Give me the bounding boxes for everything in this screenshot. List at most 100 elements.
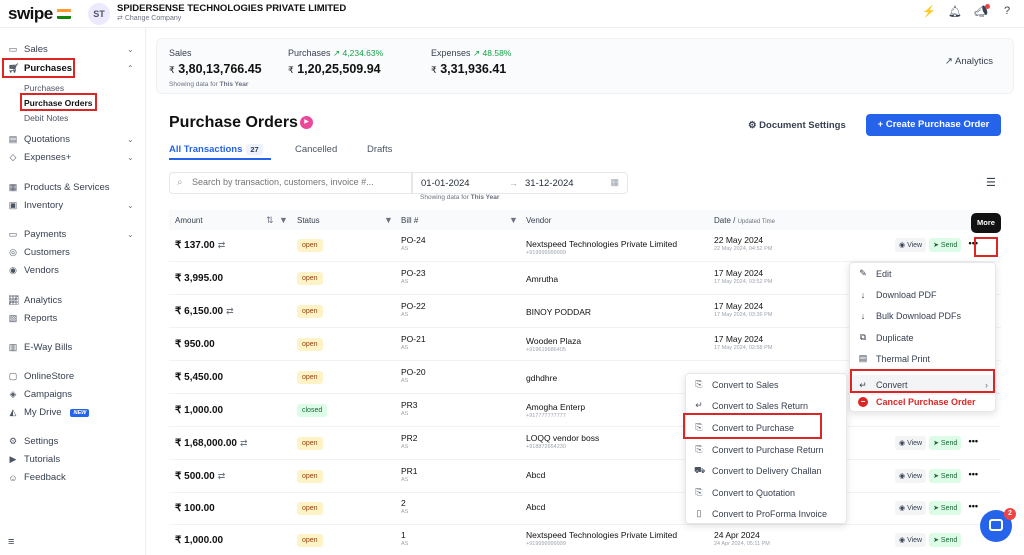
bolt-icon[interactable]: ⚡ [922,5,936,18]
date-range-picker[interactable]: 01-01-2024 → 31-12-2024 ▦ [412,172,628,194]
sidebar-item-customers[interactable]: ◎ Customers [8,247,70,258]
menu-item-convert-to-delivery-challan[interactable]: ⛟ Convert to Delivery Challan [694,465,822,477]
menu-item-edit[interactable]: ✎ Edit [858,268,891,279]
sidebar-item-onlinestore[interactable]: ▢ OnlineStore [8,371,74,382]
menu-item-convert-to-proforma[interactable]: ▯ Convert to ProForma Invoice [694,508,828,519]
bell-icon[interactable]: 🔔︎ [948,5,962,18]
menu-item-convert-to-purchase-return[interactable]: ⎘ Convert to Purchase Return [694,444,823,455]
change-company-link[interactable]: ⇄ Change Company [117,14,181,22]
send-button[interactable]: ➤ Send [929,469,962,483]
sidebar-item-analytics[interactable]: 📈︎ Analytics [8,295,62,306]
more-button[interactable]: ••• [964,436,982,450]
edit-icon: ✎ [859,268,867,278]
sidebar-item-feedback[interactable]: ☺ Feedback [8,472,66,483]
menu-item-thermal-print[interactable]: ▤ Thermal Print [858,353,930,364]
sidebar-subitem-debit-notes[interactable]: Debit Notes [24,113,68,123]
megaphone-icon[interactable]: 📣︎ [974,4,990,18]
date-from[interactable]: 01-01-2024 [421,178,470,189]
purchases-growth-value: 4,234.63% [342,48,384,58]
help-icon[interactable]: ? [1000,5,1014,18]
chat-widget-button[interactable]: 2 [980,508,1016,542]
more-button[interactable]: ••• [964,501,982,515]
chevron-down-icon[interactable]: ⌄ [127,45,134,54]
sidebar-item-products[interactable]: ▦ Products & Services [8,182,110,193]
view-button[interactable]: ◉ View [895,238,927,252]
table-row[interactable]: ₹ 1,000.00 open 1 AS Nextspeed Technologi… [169,525,1001,555]
table-row[interactable]: ₹ 137.00 ⇄ open PO-24 AS Nextspeed Technol… [169,230,1001,262]
filter-icon[interactable]: ▼ [384,215,393,225]
sidebar-item-tutorials[interactable]: ▶ Tutorials [8,454,61,465]
sidebar-item-eway-bills[interactable]: ▥ E-Way Bills [8,342,72,353]
menu-item-duplicate[interactable]: ⧉ Duplicate [858,332,914,343]
sidebar-item-purchases[interactable]: 🛒︎ Purchases [8,63,72,74]
india-flag-icon [57,9,71,19]
send-button[interactable]: ➤ Send [929,238,962,252]
menu-item-convert[interactable]: ↵ Convert › [853,375,994,395]
document-settings-button[interactable]: ⚙ Document Settings [748,120,846,131]
menu-item-convert-to-quotation[interactable]: ⎘ Convert to Quotation [694,487,795,498]
sidebar-item-expenses[interactable]: ◇ Expenses+ [8,152,72,163]
currency-symbol: ₹ [288,65,294,75]
tab-drafts[interactable]: Drafts [367,144,392,155]
menu-item-bulk-download[interactable]: ↓ Bulk Download PDFs [858,311,961,321]
table-row[interactable]: ₹ 500.00 ⇄ open PR1 AS Abcd ◉ View ➤ Send ••… [169,461,1001,493]
company-name[interactable]: SPIDERSENSE TECHNOLOGIES PRIVATE LIMITED [117,3,346,14]
search-input[interactable] [192,177,407,187]
chevron-down-icon[interactable]: ⌄ [127,201,134,210]
chevron-down-icon[interactable]: ⌄ [127,230,134,239]
chevron-down-icon[interactable]: ⌄ [127,135,134,144]
amount-value: 3,995.00 [184,273,224,284]
filter-icon[interactable]: ▼ [509,215,518,225]
chevron-up-icon[interactable]: ⌃ [127,64,134,73]
sidebar-item-campaigns[interactable]: ◈ Campaigns [8,389,73,400]
collapse-menu-icon[interactable]: ≡ [8,536,14,548]
gear-icon: ⚙ [8,436,18,446]
play-video-icon[interactable]: ▶ [300,116,313,129]
send-button[interactable]: ➤ Send [929,436,962,450]
table-row[interactable]: ₹ 100.00 open 2 AS Abcd ◉ View ➤ Send ••• [169,493,1001,525]
more-button[interactable]: ••• [964,469,982,483]
menu-item-convert-to-sales-return[interactable]: ↵ Convert to Sales Return [694,400,808,411]
analytics-link[interactable]: ↗ Analytics [945,56,993,67]
view-button[interactable]: ◉ View [895,469,927,483]
header-date-label: Date [714,216,731,225]
vendor-cell: gdhdhre [526,373,557,383]
sidebar-item-vendors[interactable]: ◉ Vendors [8,265,59,276]
chevron-down-icon[interactable]: ⌄ [127,153,134,162]
sidebar-item-my-drive[interactable]: ◭ My Drive NEW [8,407,90,418]
amount-value: 950.00 [184,339,215,350]
download-icon: ↓ [860,311,866,321]
view-button[interactable]: ◉ View [895,501,927,515]
sidebar-item-inventory[interactable]: ▣ Inventory [8,200,63,211]
sidebar-item-label: Feedback [24,472,66,483]
send-button[interactable]: ➤ Send [929,501,962,515]
filter-settings-icon[interactable]: ☰ [986,176,996,189]
sidebar-item-payments[interactable]: ▭ Payments [8,229,67,240]
company-avatar[interactable]: ST [88,3,110,25]
menu-item-download-pdf[interactable]: ↓ Download PDF [858,290,937,300]
menu-item-convert-to-sales[interactable]: ⎘ Convert to Sales [694,379,778,390]
calendar-icon[interactable]: ▦ [610,177,619,188]
sidebar-subitem-purchase-orders[interactable]: Purchase Orders [24,98,93,108]
sidebar-item-sales[interactable]: ▭ Sales [8,44,48,55]
more-button[interactable]: ••• [964,238,982,252]
tab-cancelled[interactable]: Cancelled [295,144,337,155]
send-button[interactable]: ➤ Send [929,533,962,547]
sidebar-item-reports[interactable]: ▧ Reports [8,313,58,324]
create-purchase-order-button[interactable]: + Create Purchase Order [866,114,1001,136]
menu-item-cancel-purchase-order[interactable]: − Cancel Purchase Order [858,397,976,407]
menu-item-convert-to-purchase[interactable]: ⎘ Convert to Purchase [694,422,794,433]
view-button[interactable]: ◉ View [895,533,927,547]
sidebar-item-settings[interactable]: ⚙ Settings [8,436,58,447]
tab-all-transactions[interactable]: All Transactions 27 [169,144,263,155]
external-link-icon: ↗ [944,56,953,67]
sidebar-subitem-purchases[interactable]: Purchases [24,83,64,93]
table-row[interactable]: ₹ 1,68,000.00 ⇄ open PR2 AS LOQQ vendor bo… [169,428,1001,460]
view-button[interactable]: ◉ View [895,436,927,450]
sidebar-item-quotations[interactable]: ▤ Quotations [8,134,70,145]
sort-icon[interactable]: ⇅ [266,215,274,226]
filter-icon[interactable]: ▼ [279,215,288,225]
date-to[interactable]: 31-12-2024 [525,178,574,189]
bill-sub: AS [401,279,409,285]
swipe-logo[interactable]: swipe [8,4,53,24]
